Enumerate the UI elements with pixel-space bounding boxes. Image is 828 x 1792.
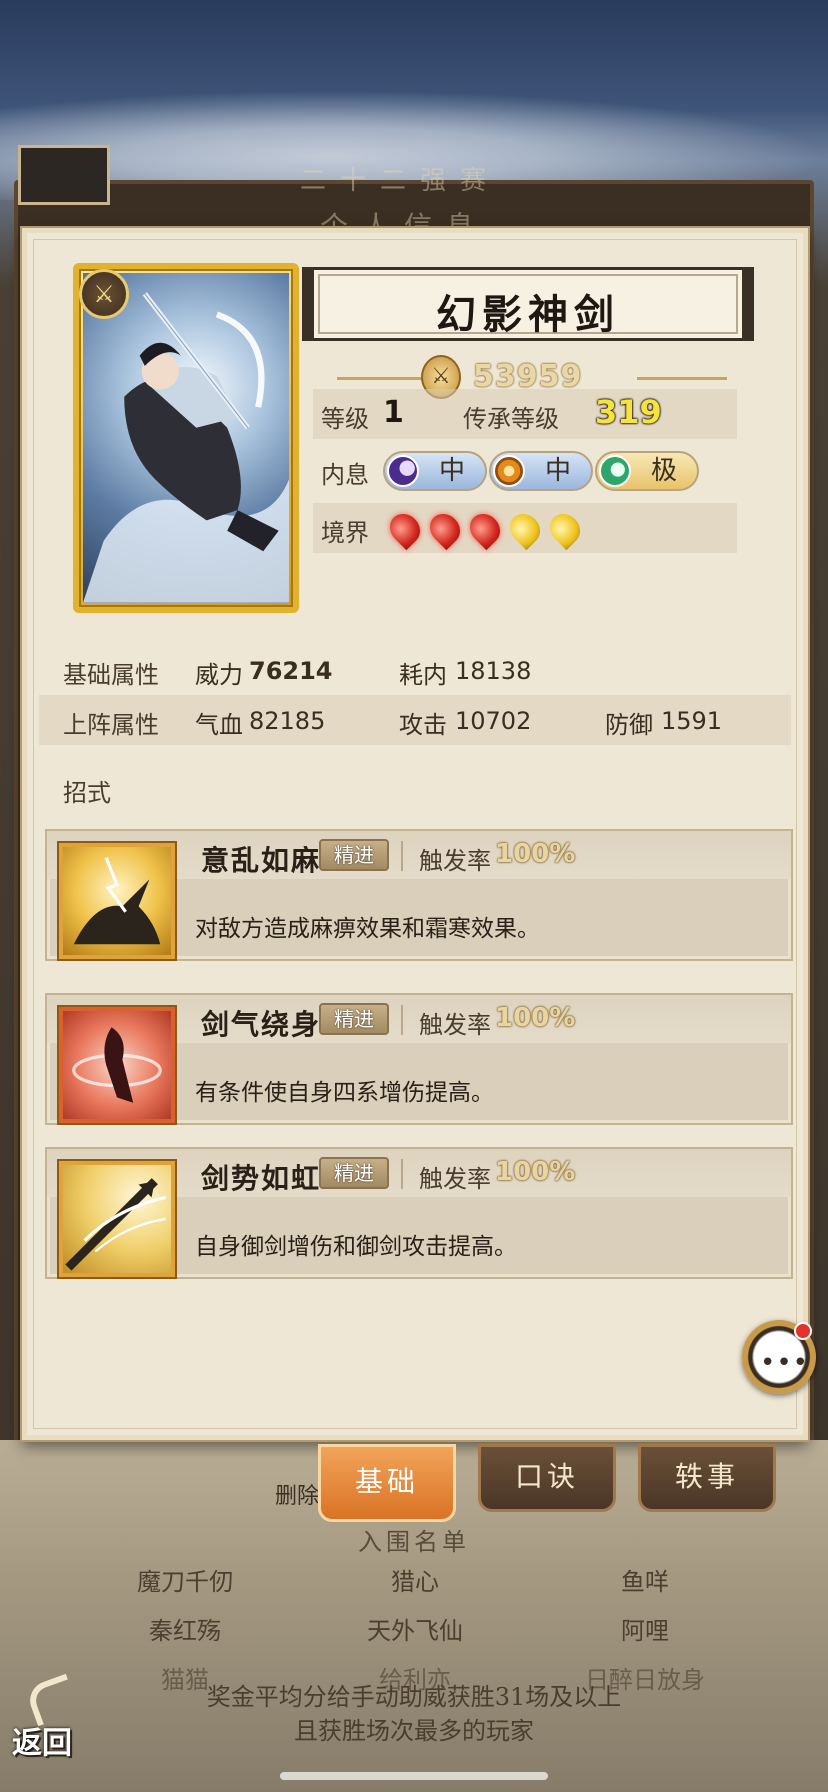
- trigger-rate-value: 100%: [495, 1157, 576, 1187]
- reward-note: 奖金平均分给手动助威获胜31场及以上 且获胜场次最多的玩家: [0, 1680, 828, 1748]
- trigger-rate-value: 100%: [495, 839, 576, 869]
- back-button[interactable]: 返回: [12, 1718, 72, 1762]
- atk-attr-value: 10702: [455, 707, 532, 735]
- def-attr-value: 1591: [661, 707, 723, 735]
- realm-label: 境界: [321, 519, 369, 547]
- atk-attr-label: 攻击: [399, 711, 447, 739]
- cost-attr-label: 耗内: [399, 661, 447, 689]
- trigger-rate-label: 触发率: [419, 1165, 491, 1193]
- swordsman-illustration: [83, 292, 289, 603]
- finalist-name: 天外飞仙: [367, 1617, 463, 1645]
- realm-row: 境界: [313, 503, 737, 553]
- finalist-name: 鱼咩: [621, 1568, 669, 1596]
- hero-name: 幻影神剑: [436, 291, 620, 338]
- power-attr-value: 76214: [249, 657, 333, 685]
- realm-red-orb-icon: [383, 507, 427, 551]
- trigger-rate-value: 100%: [495, 1003, 576, 1033]
- jade-orb-icon: [599, 455, 631, 487]
- background-flag: [18, 145, 110, 205]
- inner-breath-sun[interactable]: 中: [489, 451, 593, 491]
- skill-description: 对敌方造成麻痹效果和霜寒效果。: [195, 916, 540, 942]
- skill-card[interactable]: 剑气绕身 精进 触发率 100% 有条件使自身四系增伤提高。: [45, 993, 793, 1125]
- level-value: 1: [383, 395, 404, 430]
- moves-section-title: 招式: [63, 779, 111, 807]
- moon-orb-icon: [387, 455, 419, 487]
- trigger-rate-label: 触发率: [419, 1011, 491, 1039]
- notification-dot: [794, 1322, 812, 1340]
- inner-breath-value: 极: [650, 456, 677, 486]
- level-row: 等级 1 传承等级 319: [313, 389, 737, 439]
- inner-breath-label: 内息: [321, 461, 369, 489]
- tab-basic[interactable]: 基础: [318, 1444, 456, 1522]
- inner-breath-moon[interactable]: 中: [383, 451, 487, 491]
- skill-card[interactable]: 剑势如虹 精进 触发率 100% 自身御剑增伤和御剑攻击提高。: [45, 1147, 793, 1279]
- finalist-list-title: 入围名单: [358, 1528, 470, 1556]
- tab-anecdote[interactable]: 轶事: [638, 1444, 776, 1512]
- finalist-name: 阿哩: [621, 1617, 669, 1645]
- inner-breath-value: 中: [544, 456, 571, 486]
- tab-formula[interactable]: 口诀: [478, 1444, 616, 1512]
- deploy-attributes-row: 上阵属性 气血 82185 攻击 10702 防御 1591: [39, 695, 791, 745]
- hero-name-plate: 幻影神剑: [302, 267, 754, 341]
- finalist-name: 猎心: [391, 1568, 439, 1596]
- chat-bubble-icon: •••: [760, 1348, 810, 1378]
- reward-note-line1: 奖金平均分给手动助威获胜31场及以上: [206, 1683, 622, 1711]
- realm-yellow-orb-icon: [543, 507, 587, 551]
- deploy-attributes-label: 上阵属性: [63, 711, 159, 739]
- hp-attr-label: 气血: [195, 711, 243, 739]
- refine-tag: 精进: [319, 1003, 389, 1035]
- sword-class-badge-icon: ⚔: [79, 269, 129, 319]
- base-attributes-row: 基础属性 威力 76214 耗内 18138: [39, 645, 791, 695]
- realm-red-orb-icon: [463, 507, 507, 551]
- skill-name: 剑气绕身: [201, 1008, 322, 1041]
- inherit-level-value: 319: [595, 393, 662, 431]
- skill-name: 意乱如麻: [201, 844, 322, 877]
- chat-button[interactable]: •••: [742, 1320, 816, 1394]
- cost-attr-value: 18138: [455, 657, 532, 685]
- skill-name: 剑势如虹: [201, 1162, 322, 1195]
- inner-breath-jade[interactable]: 极: [595, 451, 699, 491]
- sun-orb-icon: [493, 455, 525, 487]
- inner-breath-value: 中: [438, 456, 465, 486]
- trigger-rate-label: 触发率: [419, 847, 491, 875]
- hero-portrait-art: [83, 273, 289, 603]
- def-attr-label: 防御: [605, 711, 653, 739]
- background-title: 二十二强赛: [300, 166, 501, 196]
- base-attributes-label: 基础属性: [63, 661, 159, 689]
- inherit-level-label: 传承等级: [463, 405, 559, 433]
- sword-thrust-icon: [59, 1161, 175, 1277]
- divider: [401, 841, 403, 871]
- level-label: 等级: [321, 405, 369, 433]
- sword-whirl-icon: [59, 1007, 175, 1123]
- finalist-grid: 魔刀千仞 猎心 鱼咩 秦红殇 天外飞仙 阿哩 猫猫 给利亦 日醉日放身: [70, 1562, 760, 1695]
- divider: [401, 1159, 403, 1189]
- refine-tag: 精进: [319, 839, 389, 871]
- inner-breath-row: 内息 中 中 极: [313, 445, 737, 495]
- skill-description: 有条件使自身四系增伤提高。: [195, 1080, 494, 1106]
- realm-yellow-orb-icon: [503, 507, 547, 551]
- power-attr-label: 威力: [195, 661, 243, 689]
- divider: [401, 1005, 403, 1035]
- finalist-name: 秦红殇: [149, 1617, 221, 1645]
- realm-red-orb-icon: [423, 507, 467, 551]
- reward-note-line2: 且获胜场次最多的玩家: [294, 1717, 534, 1745]
- lightning-strike-icon: [59, 843, 175, 959]
- skill-description: 自身御剑增伤和御剑攻击提高。: [195, 1234, 517, 1260]
- decorative-wing-left: [337, 377, 427, 380]
- decorative-wing-right: [637, 377, 727, 380]
- finalist-name: 魔刀千仞: [137, 1568, 233, 1596]
- refine-tag: 精进: [319, 1157, 389, 1189]
- home-indicator[interactable]: [280, 1772, 548, 1780]
- hp-attr-value: 82185: [249, 707, 326, 735]
- skill-card[interactable]: 意乱如麻 精进 触发率 100% 对敌方造成麻痹效果和霜寒效果。: [45, 829, 793, 961]
- background-deleted-label: 删除: [275, 1484, 320, 1509]
- hero-info-card: ⚔ 幻影神剑 ⚔ 53959 等级 1 传承等级 319 内息 中 中 极 境界: [22, 228, 808, 1440]
